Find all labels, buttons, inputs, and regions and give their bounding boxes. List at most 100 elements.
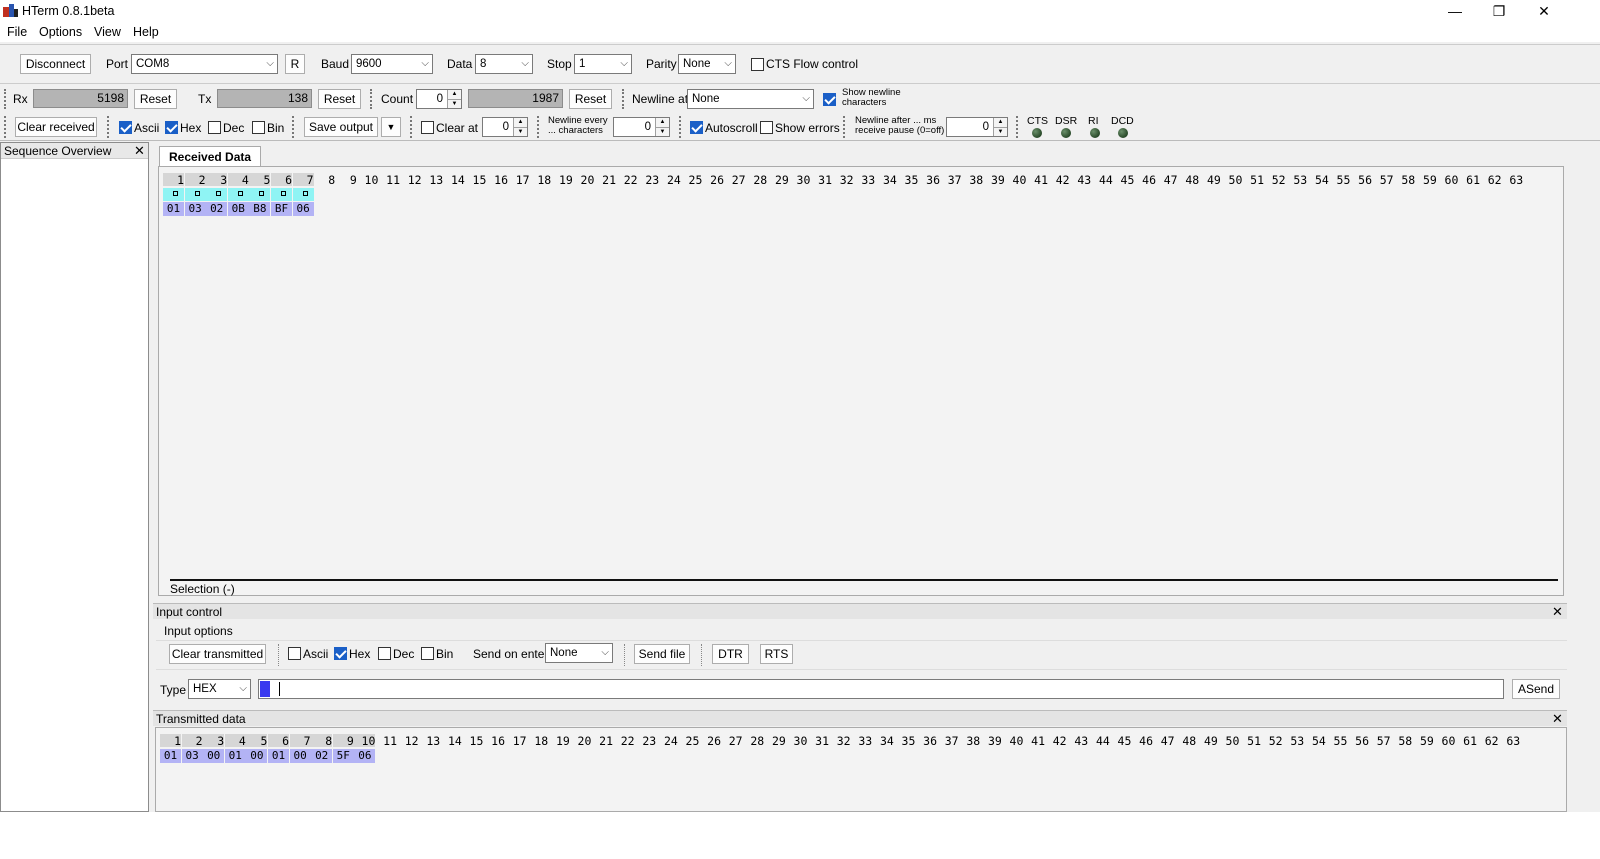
column-index: 57 (1379, 173, 1394, 187)
clear-transmitted-button[interactable]: Clear transmitted (169, 644, 266, 664)
input-options-group: Clear transmitted Ascii Hex Dec Bin Send… (156, 640, 1567, 670)
toolbar-grip[interactable] (292, 116, 295, 138)
toolbar-grip[interactable] (679, 116, 682, 138)
baud-select[interactable]: 9600 ⌵ (351, 54, 433, 74)
clear-received-button[interactable]: Clear received (15, 117, 97, 137)
column-index: 5 (249, 173, 271, 187)
spin-up-icon[interactable]: ▲ (655, 118, 669, 127)
send-ascii-checkbox[interactable] (288, 647, 301, 660)
asend-button[interactable]: ASend (1512, 679, 1560, 699)
column-index: 39 (987, 734, 1002, 748)
spin-up-icon[interactable]: ▲ (513, 118, 527, 127)
save-output-button[interactable]: Save output (304, 117, 378, 137)
ascii-cell (206, 188, 228, 201)
maximize-button[interactable]: ❐ (1476, 0, 1522, 22)
send-file-button[interactable]: Send file (634, 644, 690, 664)
transmitted-data-view[interactable]: 1 2 3 4 5 6 7 8 9 10 11 12 13 14 15 16 17 18 19 20 21 22 23 24 2… (155, 727, 1567, 812)
rts-button[interactable]: RTS (760, 644, 793, 664)
send-input-field[interactable] (258, 679, 1504, 699)
hex-byte[interactable]: 00 (203, 749, 225, 763)
hex-byte[interactable]: 02 (311, 749, 333, 763)
toolbar-grip[interactable] (843, 116, 846, 138)
hex-byte[interactable]: 03 (184, 202, 206, 216)
hex-byte[interactable]: 01 (163, 202, 184, 216)
toolbar-grip[interactable] (537, 116, 540, 138)
hex-byte[interactable]: 5F (332, 749, 354, 763)
column-index: 60 (1441, 734, 1456, 748)
spin-up-icon[interactable]: ▲ (447, 90, 461, 99)
menu-help[interactable]: Help (133, 25, 159, 39)
count-reset-button[interactable]: Reset (569, 89, 612, 109)
column-index: 30 (793, 734, 808, 748)
menu-options[interactable]: Options (39, 25, 82, 39)
newline-at-select[interactable]: None ⌵ (687, 89, 814, 109)
show-errors-label: Show errors (775, 121, 840, 135)
rx-reset-button[interactable]: Reset (134, 89, 177, 109)
spin-down-icon[interactable]: ▼ (993, 127, 1007, 136)
hex-byte[interactable]: 01 (160, 749, 181, 763)
hex-byte[interactable]: 00 (289, 749, 311, 763)
input-control-close-icon[interactable]: ✕ (1552, 604, 1563, 620)
newline-at-label: Newline at (632, 92, 689, 106)
received-data-view[interactable]: 1 2 3 4 5 6 7 8 9 10 11 12 13 14 15 16 17 18 19 20 21 22 23 24 2… (158, 166, 1564, 596)
autoscroll-checkbox[interactable] (690, 121, 703, 134)
hex-byte[interactable]: 06 (354, 749, 376, 763)
stop-bits-select[interactable]: 1 ⌵ (574, 54, 632, 74)
toolbar-grip[interactable] (107, 116, 110, 138)
hex-byte[interactable]: BF (271, 202, 292, 216)
recv-ascii-checkbox[interactable] (119, 121, 132, 134)
cts-flow-checkbox[interactable] (751, 58, 764, 71)
newline-after-spinner[interactable]: 0 ▲ ▼ (946, 117, 1008, 137)
newline-every-spinner[interactable]: 0 ▲ ▼ (613, 117, 670, 137)
column-index: 13 (429, 173, 444, 187)
hex-byte[interactable]: 01 (224, 749, 246, 763)
recv-dec-checkbox[interactable] (208, 121, 221, 134)
hex-byte[interactable]: 01 (268, 749, 289, 763)
show-newline-checkbox[interactable] (823, 93, 836, 106)
send-bin-checkbox[interactable] (421, 647, 434, 660)
minimize-button[interactable]: — (1432, 0, 1478, 22)
spin-up-icon[interactable]: ▲ (993, 118, 1007, 127)
spin-down-icon[interactable]: ▼ (655, 127, 669, 136)
hex-byte[interactable]: 02 (206, 202, 228, 216)
hex-byte[interactable]: 03 (181, 749, 203, 763)
hex-byte[interactable]: 0B (227, 202, 249, 216)
transmitted-data-close-icon[interactable]: ✕ (1552, 711, 1563, 727)
send-dec-checkbox[interactable] (378, 647, 391, 660)
toolbar-grip[interactable] (1016, 116, 1019, 138)
parity-select[interactable]: None ⌵ (678, 54, 736, 74)
toolbar-grip[interactable] (622, 89, 625, 109)
tab-received-data[interactable]: Received Data (159, 146, 262, 167)
save-output-dropdown[interactable]: ▼ (381, 117, 401, 137)
column-index: 27 (731, 173, 746, 187)
send-hex-checkbox[interactable] (334, 647, 347, 660)
clear-at-checkbox[interactable] (421, 121, 434, 134)
hex-byte[interactable]: 00 (246, 749, 268, 763)
menu-file[interactable]: File (7, 25, 27, 39)
count-spinner[interactable]: 0 ▲ ▼ (416, 89, 462, 109)
refresh-ports-button[interactable]: R (285, 54, 305, 74)
data-bits-select[interactable]: 8 ⌵ (475, 54, 533, 74)
menu-view[interactable]: View (94, 25, 121, 39)
hex-byte[interactable]: B8 (249, 202, 271, 216)
column-index: 51 (1250, 173, 1264, 187)
show-errors-checkbox[interactable] (760, 121, 773, 134)
disconnect-button[interactable]: Disconnect (20, 54, 91, 74)
spin-down-icon[interactable]: ▼ (447, 99, 461, 108)
spin-down-icon[interactable]: ▼ (513, 127, 527, 136)
port-select[interactable]: COM8 ⌵ (131, 54, 278, 74)
hex-byte[interactable]: 06 (292, 202, 314, 216)
dtr-button[interactable]: DTR (712, 644, 749, 664)
type-select[interactable]: HEX ⌵ (188, 679, 251, 699)
tx-reset-button[interactable]: Reset (318, 89, 361, 109)
send-on-enter-select[interactable]: None ⌵ (545, 643, 613, 663)
clear-at-spinner[interactable]: 0 ▲ ▼ (482, 117, 528, 137)
toolbar-grip[interactable] (370, 89, 373, 109)
sequence-overview-close-icon[interactable]: ✕ (134, 143, 145, 159)
toolbar-grip[interactable] (410, 116, 413, 138)
recv-bin-checkbox[interactable] (252, 121, 265, 134)
toolbar-grip[interactable] (4, 89, 7, 109)
recv-hex-checkbox[interactable] (165, 121, 178, 134)
toolbar-grip[interactable] (4, 116, 7, 138)
close-button[interactable]: ✕ (1521, 0, 1567, 22)
